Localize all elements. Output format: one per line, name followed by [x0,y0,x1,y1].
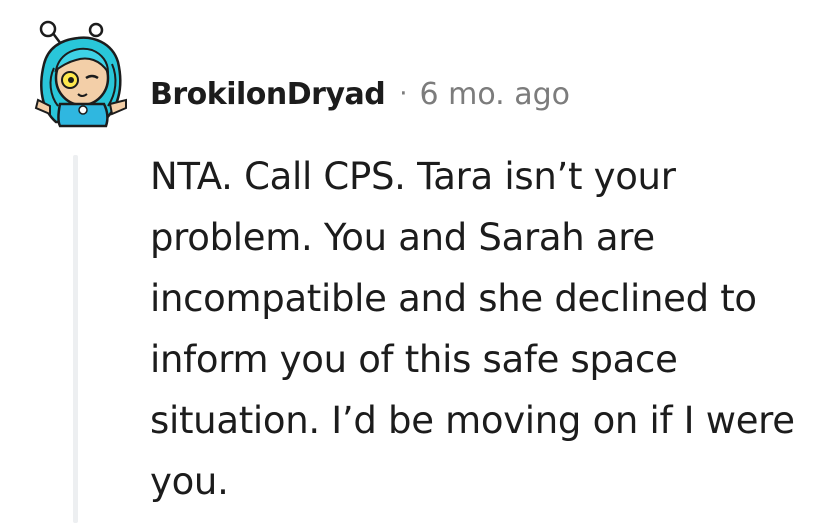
username-link[interactable]: BrokilonDryad [150,77,386,112]
thread-line[interactable] [73,155,78,523]
comment-body: NTA. Call CPS. Tara isn’t your problem. … [150,155,795,503]
user-avatar[interactable] [30,18,130,128]
comment: BrokilonDryad · 6 mo. ago NTA. Call CPS.… [0,0,817,523]
comment-meta: BrokilonDryad · 6 mo. ago [150,72,570,116]
meta-separator: · [399,79,408,109]
comment-timestamp[interactable]: 6 mo. ago [420,77,571,112]
snoo-avatar-icon [34,20,127,128]
